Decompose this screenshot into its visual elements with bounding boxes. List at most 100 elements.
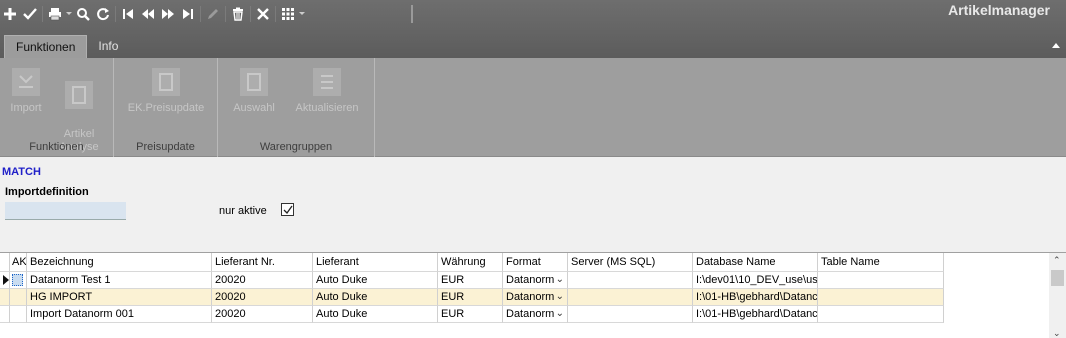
cell-bezeichnung[interactable]: Import Datanorm 001 <box>27 306 212 323</box>
cell-server[interactable] <box>568 306 693 323</box>
next-record-icon[interactable] <box>158 4 178 24</box>
group-preisupdate: EK.Preisupdate Preisupdate <box>114 58 218 157</box>
column-header-lieferant-nr[interactable]: Lieferant Nr. <box>212 253 313 272</box>
toolbar-separator <box>275 6 276 22</box>
cell-server[interactable] <box>568 272 693 289</box>
nur-aktive-label: nur aktive <box>219 205 267 217</box>
import-button[interactable]: Import <box>4 66 48 115</box>
aktualisieren-label: Aktualisieren <box>295 102 359 114</box>
importdefinition-label: Importdefinition <box>5 186 89 198</box>
last-record-icon[interactable] <box>178 4 198 24</box>
column-header-lieferant[interactable]: Lieferant <box>313 253 438 272</box>
ak-focus-box <box>12 274 23 286</box>
add-icon[interactable] <box>0 4 20 24</box>
toolbar-separator <box>115 6 116 22</box>
check-icon[interactable] <box>20 4 40 24</box>
header-indicator-cell <box>0 253 10 272</box>
cell-waehrung[interactable]: EUR <box>438 306 503 323</box>
ribbon-panel: Import Artikel Analyse Funktionen EK.Pre… <box>0 58 1066 157</box>
table-row[interactable]: Import Datanorm 001 20020 Auto Duke EUR … <box>0 306 944 323</box>
scrollbar-thumb[interactable] <box>1051 270 1064 286</box>
grid-header-row: AK Bezeichnung Lieferant Nr. Lieferant W… <box>0 253 944 272</box>
cell-format-dropdown[interactable]: Datanorm ⌄ <box>503 289 568 306</box>
group-warengruppen: Auswahl Aktualisieren Warengruppen <box>218 58 375 157</box>
scroll-down-icon[interactable]: ⌄ <box>1053 328 1061 338</box>
column-header-format[interactable]: Format <box>503 253 568 272</box>
preisupdate-icon <box>152 68 180 96</box>
row-indicator-cell <box>0 289 10 306</box>
close-icon[interactable] <box>253 4 273 24</box>
delete-icon[interactable] <box>228 4 248 24</box>
list-icon <box>313 68 341 96</box>
auswahl-label: Auswahl <box>233 102 275 114</box>
cell-format-dropdown[interactable]: Datanorm ⌄ <box>503 306 568 323</box>
group-funktionen: Import Artikel Analyse Funktionen <box>0 58 114 157</box>
column-header-waehrung[interactable]: Währung <box>438 253 503 272</box>
column-header-ak[interactable]: AK <box>10 253 27 272</box>
grid-icon[interactable] <box>278 4 298 24</box>
ak-cell[interactable] <box>10 289 27 306</box>
toolbar-separator <box>200 6 201 22</box>
toolbar-end-divider <box>411 5 413 23</box>
print-dropdown-icon[interactable] <box>65 4 73 24</box>
ribbon-tabs: Funktionen Info <box>0 35 129 58</box>
toolbar-separator <box>250 6 251 22</box>
column-header-database-name[interactable]: Database Name <box>693 253 818 272</box>
print-icon[interactable] <box>45 4 65 24</box>
nur-aktive-checkbox[interactable] <box>281 203 294 216</box>
table-row[interactable]: HG IMPORT 20020 Auto Duke EUR Datanorm ⌄… <box>0 289 944 306</box>
import-icon <box>12 68 40 96</box>
cell-lieferant[interactable]: Auto Duke <box>313 289 438 306</box>
ek-preisupdate-button[interactable]: EK.Preisupdate <box>124 66 208 115</box>
cell-server[interactable] <box>568 289 693 306</box>
format-value: Datanorm <box>506 291 555 303</box>
cell-bezeichnung[interactable]: HG IMPORT <box>27 289 212 306</box>
import-definition-grid: AK Bezeichnung Lieferant Nr. Lieferant W… <box>0 252 1066 338</box>
cell-waehrung[interactable]: EUR <box>438 272 503 289</box>
collapse-ribbon-icon[interactable] <box>1052 40 1060 50</box>
quick-access-toolbar <box>0 3 306 25</box>
refresh-icon[interactable] <box>93 4 113 24</box>
vertical-scrollbar[interactable]: ⌃ ⌄ <box>1049 253 1066 338</box>
format-value: Datanorm <box>506 308 555 320</box>
app-title: Artikelmanager <box>948 2 1050 18</box>
cell-database-name[interactable]: I:\01-HB\gebhard\Datanc <box>693 289 818 306</box>
auswahl-button[interactable]: Auswahl <box>228 66 280 115</box>
cell-lieferant[interactable]: Auto Duke <box>313 306 438 323</box>
import-label: Import <box>10 102 42 114</box>
tab-info[interactable]: Info <box>87 35 129 58</box>
cell-format-dropdown[interactable]: Datanorm ⌄ <box>503 272 568 289</box>
cell-lieferant-nr[interactable]: 20020 <box>212 289 313 306</box>
group-label-preisupdate: Preisupdate <box>136 141 195 153</box>
cell-table-name[interactable] <box>818 289 944 306</box>
table-row[interactable]: Datanorm Test 1 20020 Auto Duke EUR Data… <box>0 272 944 289</box>
previous-record-icon[interactable] <box>138 4 158 24</box>
scroll-up-icon[interactable]: ⌃ <box>1053 255 1061 266</box>
column-header-table-name[interactable]: Table Name <box>818 253 944 272</box>
importdefinition-input[interactable] <box>5 202 126 220</box>
chevron-down-icon: ⌄ <box>555 308 564 319</box>
cell-waehrung[interactable]: EUR <box>438 289 503 306</box>
current-row-indicator-icon <box>0 272 10 289</box>
group-label-funktionen: Funktionen <box>29 141 84 153</box>
cell-bezeichnung[interactable]: Datanorm Test 1 <box>27 272 212 289</box>
cell-lieferant[interactable]: Auto Duke <box>313 272 438 289</box>
column-header-server[interactable]: Server (MS SQL) <box>568 253 693 272</box>
cell-database-name[interactable]: I:\01-HB\gebhard\Datanc <box>693 306 818 323</box>
cell-database-name[interactable]: I:\dev01\10_DEV_use\use <box>693 272 818 289</box>
cell-lieferant-nr[interactable]: 20020 <box>212 306 313 323</box>
cell-table-name[interactable] <box>818 306 944 323</box>
edit-icon[interactable] <box>203 4 223 24</box>
search-icon[interactable] <box>73 4 93 24</box>
ak-cell[interactable] <box>10 306 27 323</box>
grid-dropdown-icon[interactable] <box>298 4 306 24</box>
column-header-bezeichnung[interactable]: Bezeichnung <box>27 253 212 272</box>
format-value: Datanorm <box>506 274 555 286</box>
cell-lieferant-nr[interactable]: 20020 <box>212 272 313 289</box>
cell-table-name[interactable] <box>818 272 944 289</box>
aktualisieren-button[interactable]: Aktualisieren <box>290 66 364 115</box>
chevron-down-icon: ⌄ <box>555 291 564 302</box>
ak-cell[interactable] <box>10 272 27 289</box>
first-record-icon[interactable] <box>118 4 138 24</box>
tab-funktionen[interactable]: Funktionen <box>4 35 88 58</box>
